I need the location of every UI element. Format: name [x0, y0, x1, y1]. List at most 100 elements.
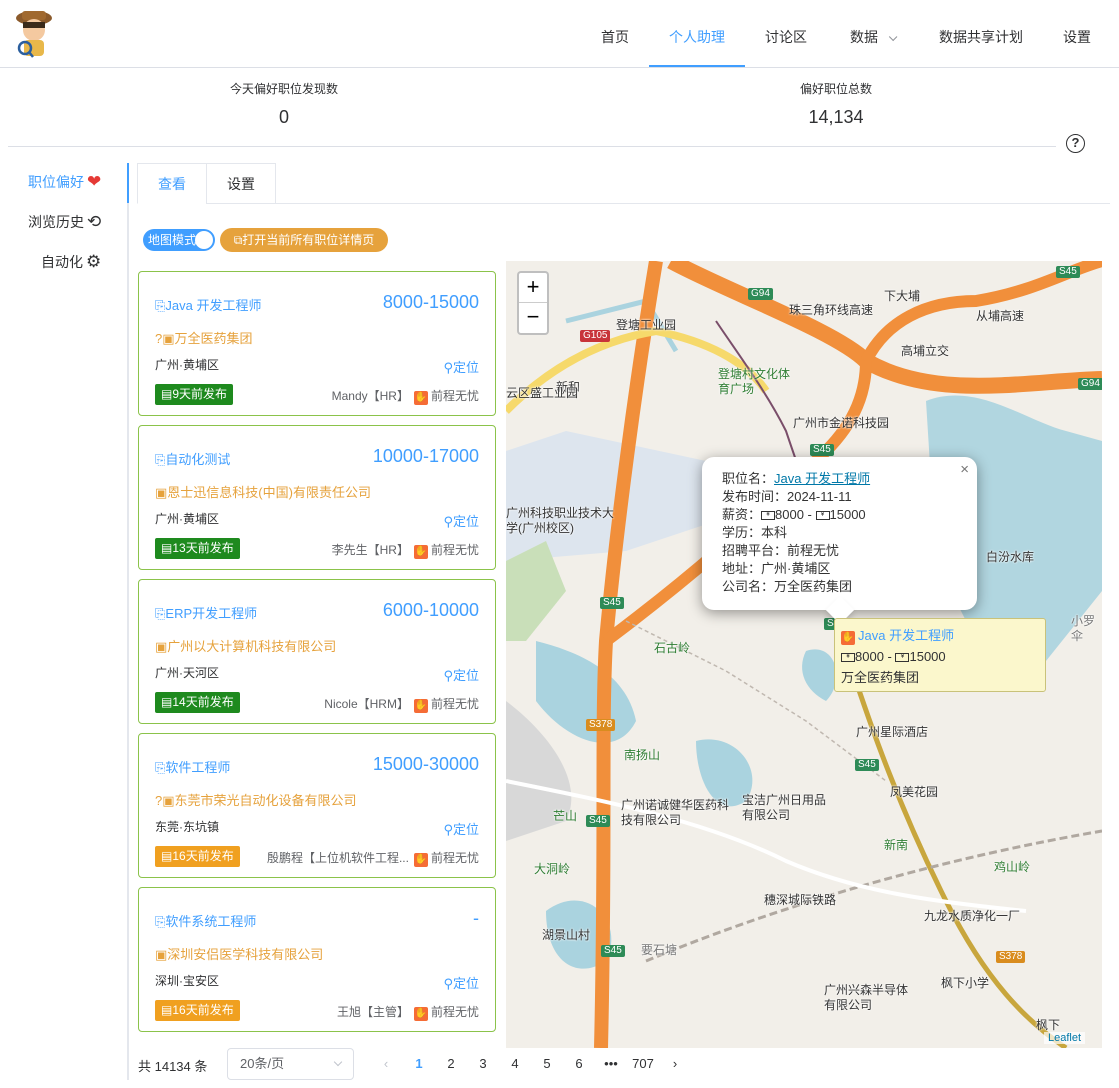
page-5[interactable]: 5 [537, 1056, 557, 1071]
road-shield: S378 [996, 951, 1026, 963]
tooltip-salary-min: 8000 [855, 649, 884, 664]
locate-button[interactable]: ⚲定位 [443, 973, 479, 992]
sidebar-item-label: 浏览历史 [28, 214, 84, 230]
map-label: 九龙水质净化一厂 [924, 909, 1021, 923]
pagination: 共 14134 条 20条/页 ‹ 1 2 3 4 5 6 ••• 707 › [138, 1048, 818, 1080]
locate-button[interactable]: ⚲定位 [443, 357, 479, 376]
job-card[interactable]: ⎘自动化测试 10000-17000 ▣恩士迅信息科技(中国)有限责任公司 广州·黄埔… [138, 425, 496, 570]
stats-divider [8, 146, 1056, 147]
map-label: 枫下 [1036, 1018, 1061, 1032]
heart-icon: ❤ [87, 172, 102, 191]
map-mode-switch[interactable]: 地图模式 [143, 229, 215, 251]
company-icon: ▣ [155, 485, 168, 500]
chevron-down-icon [333, 1057, 343, 1067]
pin-icon: ⚲ [443, 668, 453, 683]
job-card[interactable]: ⎘Java 开发工程师 8000-15000 ?▣万全医药集团 广州·黄埔区 ⚲定位 ▤9… [138, 271, 496, 416]
page-ellipsis[interactable]: ••• [601, 1056, 621, 1071]
job-title-text: ERP开发工程师 [165, 606, 258, 621]
page-1[interactable]: 1 [409, 1056, 429, 1071]
job-title[interactable]: ⎘软件系统工程师 [155, 911, 256, 930]
map-label: 芒山 [553, 809, 578, 823]
nav-forum[interactable]: 讨论区 [755, 0, 817, 67]
job-location: 广州·黄埔区 [155, 358, 219, 372]
page-4[interactable]: 4 [505, 1056, 525, 1071]
page-size-select[interactable]: 20条/页 [227, 1048, 354, 1080]
tab-settings[interactable]: 设置 [206, 163, 276, 204]
job-company[interactable]: ?▣万全医药集团 [155, 328, 253, 347]
map-marker-tooltip[interactable]: ✋ Java 开发工程师 ¥8000 - ¥15000 万全医药集团 [834, 618, 1046, 692]
nav-home[interactable]: 首页 [590, 0, 640, 67]
sidebar-item-job-preference[interactable]: 职位偏好 ❤ [0, 162, 128, 202]
zoom-out-button[interactable]: − [519, 303, 547, 333]
locate-button[interactable]: ⚲定位 [443, 819, 479, 838]
posted-badge: ▤9天前发布 [155, 384, 234, 405]
nav-data[interactable]: 数据 [838, 0, 906, 67]
platform-icon: ✋ [413, 853, 428, 867]
company-icon: ▣ [162, 793, 175, 808]
next-page-button[interactable]: › [665, 1056, 685, 1071]
sidebar-item-history[interactable]: 浏览历史 ⟲ [0, 202, 128, 242]
job-card[interactable]: ⎘软件工程师 15000-30000 ?▣东莞市荣光自动化设备有限公司 东莞·东坑镇 ⚲… [138, 733, 496, 878]
job-title[interactable]: ⎘ERP开发工程师 [155, 603, 257, 622]
job-company[interactable]: ?▣东莞市荣光自动化设备有限公司 [155, 790, 357, 809]
calendar-icon: ▤ [161, 387, 173, 401]
map-label: 高埔立交 [901, 344, 950, 358]
nav-personal-assistant[interactable]: 个人助理 [649, 0, 745, 67]
popup-label: 招聘平台： [722, 543, 788, 558]
hr-name: Nicole【HRM】 [324, 697, 409, 711]
job-card[interactable]: ⎘软件系统工程师 - ▣深圳安侣医学科技有限公司 深圳·宝安区 ⚲定位 ▤16天前发布 王旭… [138, 887, 496, 1032]
popup-value: 广州·黄埔区 [761, 561, 831, 576]
map-label: 云区盛工业园 [506, 386, 579, 400]
posted-badge: ▤16天前发布 [155, 846, 240, 867]
posted-badge: ▤14天前发布 [155, 692, 240, 713]
money-icon: ¥ [815, 511, 830, 521]
job-hr: 殷鹏程【上位机软件工程... ✋ 前程无忧 [267, 849, 479, 867]
app-logo[interactable] [12, 6, 56, 60]
job-card[interactable]: ⎘ERP开发工程师 6000-10000 ▣广州以大计算机科技有限公司 广州·天河区 ⚲… [138, 579, 496, 724]
open-all-details-button[interactable]: ⧉打开当前所有职位详情页 [220, 228, 388, 252]
job-company[interactable]: ▣广州以大计算机科技有限公司 [155, 636, 336, 655]
posted-text: 13天前发布 [172, 541, 234, 555]
popup-label: 薪资： [722, 507, 762, 522]
road-shield: S378 [586, 719, 616, 731]
popup-label: 公司名： [722, 579, 775, 594]
stat-total-label: 偏好职位总数 [799, 82, 872, 96]
posted-text: 16天前发布 [172, 1003, 234, 1017]
sidebar-item-automation[interactable]: 自动化 ⚙ [0, 242, 128, 282]
job-hr: 李先生【HR】 ✋ 前程无忧 [332, 541, 479, 559]
prev-page-button[interactable]: ‹ [376, 1056, 396, 1071]
job-company[interactable]: ▣恩士迅信息科技(中国)有限责任公司 [155, 482, 371, 501]
job-title[interactable]: ⎘Java 开发工程师 [155, 295, 261, 314]
zoom-in-button[interactable]: + [519, 273, 547, 303]
page-6[interactable]: 6 [569, 1056, 589, 1071]
tooltip-title-row: ✋ Java 开发工程师 [841, 625, 1039, 646]
nav-settings[interactable]: 设置 [1055, 0, 1099, 67]
tab-view[interactable]: 查看 [137, 163, 207, 204]
locate-button[interactable]: ⚲定位 [443, 665, 479, 684]
map-label: 小罗伞 [1071, 614, 1096, 643]
popup-sep: - [803, 507, 816, 522]
leaflet-attribution[interactable]: Leaflet [1044, 1032, 1086, 1044]
job-location: 东莞·东坑镇 [155, 820, 219, 834]
popup-job-link[interactable]: Java 开发工程师 [774, 471, 870, 486]
job-company[interactable]: ▣深圳安侣医学科技有限公司 [155, 944, 323, 963]
popup-job-name: 职位名：Java 开发工程师 [722, 470, 957, 488]
page-707[interactable]: 707 [631, 1056, 655, 1071]
popup-value: 8000 [775, 507, 804, 522]
page-2[interactable]: 2 [441, 1056, 461, 1071]
close-icon[interactable]: × [960, 461, 969, 479]
job-link-icon: ⎘ [155, 914, 166, 929]
job-title[interactable]: ⎘自动化测试 [155, 449, 230, 468]
locate-button[interactable]: ⚲定位 [443, 511, 479, 530]
job-link-icon: ⎘ [155, 298, 166, 313]
help-icon[interactable]: ? [1066, 134, 1085, 153]
job-hr: 王旭【主管】 ✋ 前程无忧 [337, 1003, 479, 1021]
page-3[interactable]: 3 [473, 1056, 493, 1071]
nav-data-sharing[interactable]: 数据共享计划 [928, 0, 1034, 67]
pagination-total: 共 14134 条 [138, 1059, 208, 1074]
popup-platform: 招聘平台：前程无忧 [722, 542, 957, 560]
stat-total-value: 14,134 [808, 107, 864, 127]
platform-icon: ✋ [413, 699, 428, 713]
job-title[interactable]: ⎘软件工程师 [155, 757, 230, 776]
platform-icon: ✋ [413, 391, 428, 405]
